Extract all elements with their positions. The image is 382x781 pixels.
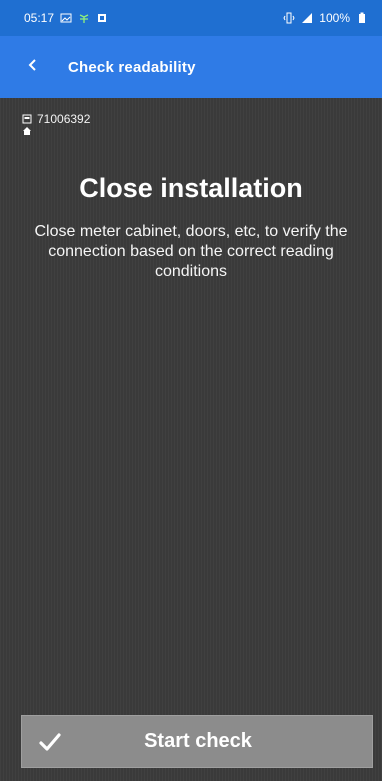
meter-number: 71006392: [37, 112, 91, 126]
status-bar: 05:17 100%: [0, 0, 382, 36]
app-bar: Check readability: [0, 36, 382, 98]
back-button[interactable]: [20, 55, 44, 79]
status-time: 05:17: [24, 11, 55, 25]
screen: 05:17 100% Check readability 71006392 Cl…: [0, 0, 382, 781]
address-row: [22, 126, 90, 136]
start-check-label: Start check: [144, 730, 252, 752]
home-icon: [22, 126, 32, 136]
battery-icon: [356, 12, 368, 24]
meter-icon: [22, 114, 32, 124]
start-check-button[interactable]: Start check: [21, 715, 373, 768]
chevron-left-icon: [27, 58, 37, 77]
status-left: 05:17: [24, 11, 108, 25]
screen-record-icon: [96, 12, 108, 24]
meter-number-row: 71006392: [22, 112, 90, 126]
image-icon: [60, 12, 72, 24]
vibrate-icon: [283, 12, 295, 24]
bug-icon: [78, 12, 90, 24]
page-title: Check readability: [68, 58, 196, 76]
instruction-title: Close installation: [79, 173, 303, 203]
status-right: 100%: [283, 11, 368, 25]
signal-icon: [301, 12, 313, 24]
meter-info: 71006392: [22, 112, 90, 136]
battery-percent: 100%: [319, 11, 350, 25]
instruction-description: Close meter cabinet, doors, etc, to veri…: [34, 223, 348, 280]
content-area: 71006392 Close installation Close meter …: [0, 98, 382, 781]
